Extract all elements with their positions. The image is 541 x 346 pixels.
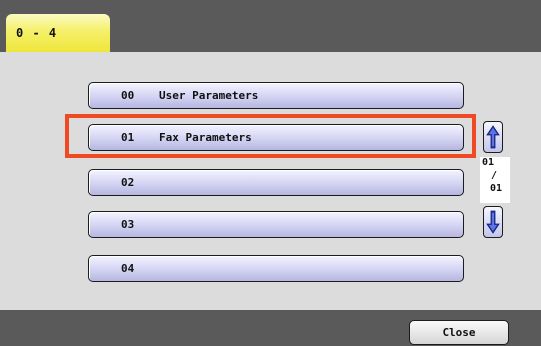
item-number: 03: [121, 218, 135, 231]
item-number: 00: [121, 89, 135, 102]
list-item-03[interactable]: 03: [88, 211, 464, 238]
page-indicator: 01 / 01: [480, 157, 510, 203]
tab-0-4[interactable]: 0 - 4: [6, 14, 110, 52]
bottom-bar: Close: [0, 310, 541, 346]
list-item-user-parameters[interactable]: 00 User Parameters: [88, 82, 464, 109]
close-button[interactable]: Close: [409, 320, 509, 345]
list-item-02[interactable]: 02: [88, 169, 464, 196]
scroll-up-button[interactable]: [483, 121, 503, 153]
item-number: 02: [121, 176, 135, 189]
current-page: 01: [482, 157, 495, 168]
screen: 0 - 4 00 User Parameters 01 Fax Paramete…: [0, 0, 541, 346]
scroll-down-button[interactable]: [483, 206, 503, 238]
arrow-up-icon: [486, 125, 500, 149]
total-pages: 01: [490, 183, 503, 194]
arrow-down-icon: [486, 210, 500, 234]
top-bar: 0 - 4: [0, 0, 541, 52]
list-item-04[interactable]: 04: [88, 255, 464, 282]
item-label: User Parameters: [159, 89, 259, 102]
selection-highlight: [65, 114, 476, 158]
page-separator: /: [491, 170, 498, 181]
item-number: 04: [121, 262, 135, 275]
